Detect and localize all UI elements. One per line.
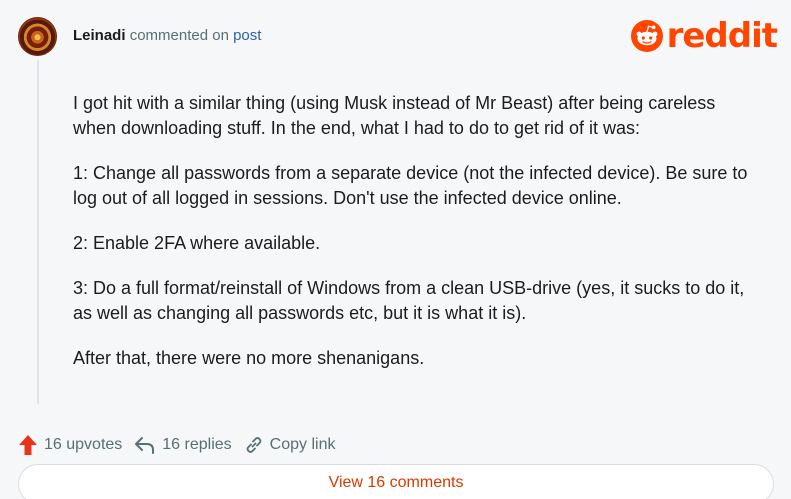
view-comments-label: View 16 comments [328,474,464,491]
comment-paragraph: 3: Do a full format/reinstall of Windows… [73,278,745,323]
view-comments-button[interactable]: View 16 comments [18,464,774,499]
thread-line[interactable] [37,60,39,404]
upvote-arrow-icon [19,435,37,455]
upvotes-count: 16 upvotes [44,436,123,453]
link-icon [246,437,262,453]
reddit-logo: reddit [630,16,778,56]
username-link[interactable]: Leinadi [73,27,126,44]
comment-paragraph: 1: Change all passwords from a separate … [73,163,748,208]
comment-header: Leinadi commented on post [18,16,261,56]
reddit-wordmark: reddit [666,16,778,56]
comment-paragraph: After that, there were no more shenaniga… [73,348,425,368]
comment-body: I got hit with a similar thing (using Mu… [73,91,763,391]
comment-meta: Leinadi commented on post [73,26,261,46]
post-link[interactable]: post [233,27,261,44]
copy-link-label: Copy link [269,436,336,453]
comment-paragraph: I got hit with a similar thing (using Mu… [73,93,716,138]
avatar[interactable] [18,16,57,56]
upvote-button[interactable]: 16 upvotes [18,434,122,456]
comment-actions: 16 upvotes 16 replies Copy link [18,433,347,457]
reply-button[interactable]: 16 replies [134,435,232,455]
action-text: commented on [129,27,229,44]
comment-card: Leinadi commented on post reddit I got h… [0,0,791,499]
reddit-snoo-icon [630,20,663,52]
reply-icon [135,437,155,454]
copy-link-button[interactable]: Copy link [244,435,336,455]
replies-count: 16 replies [162,436,232,453]
comment-paragraph: 2: Enable 2FA where available. [73,233,321,253]
